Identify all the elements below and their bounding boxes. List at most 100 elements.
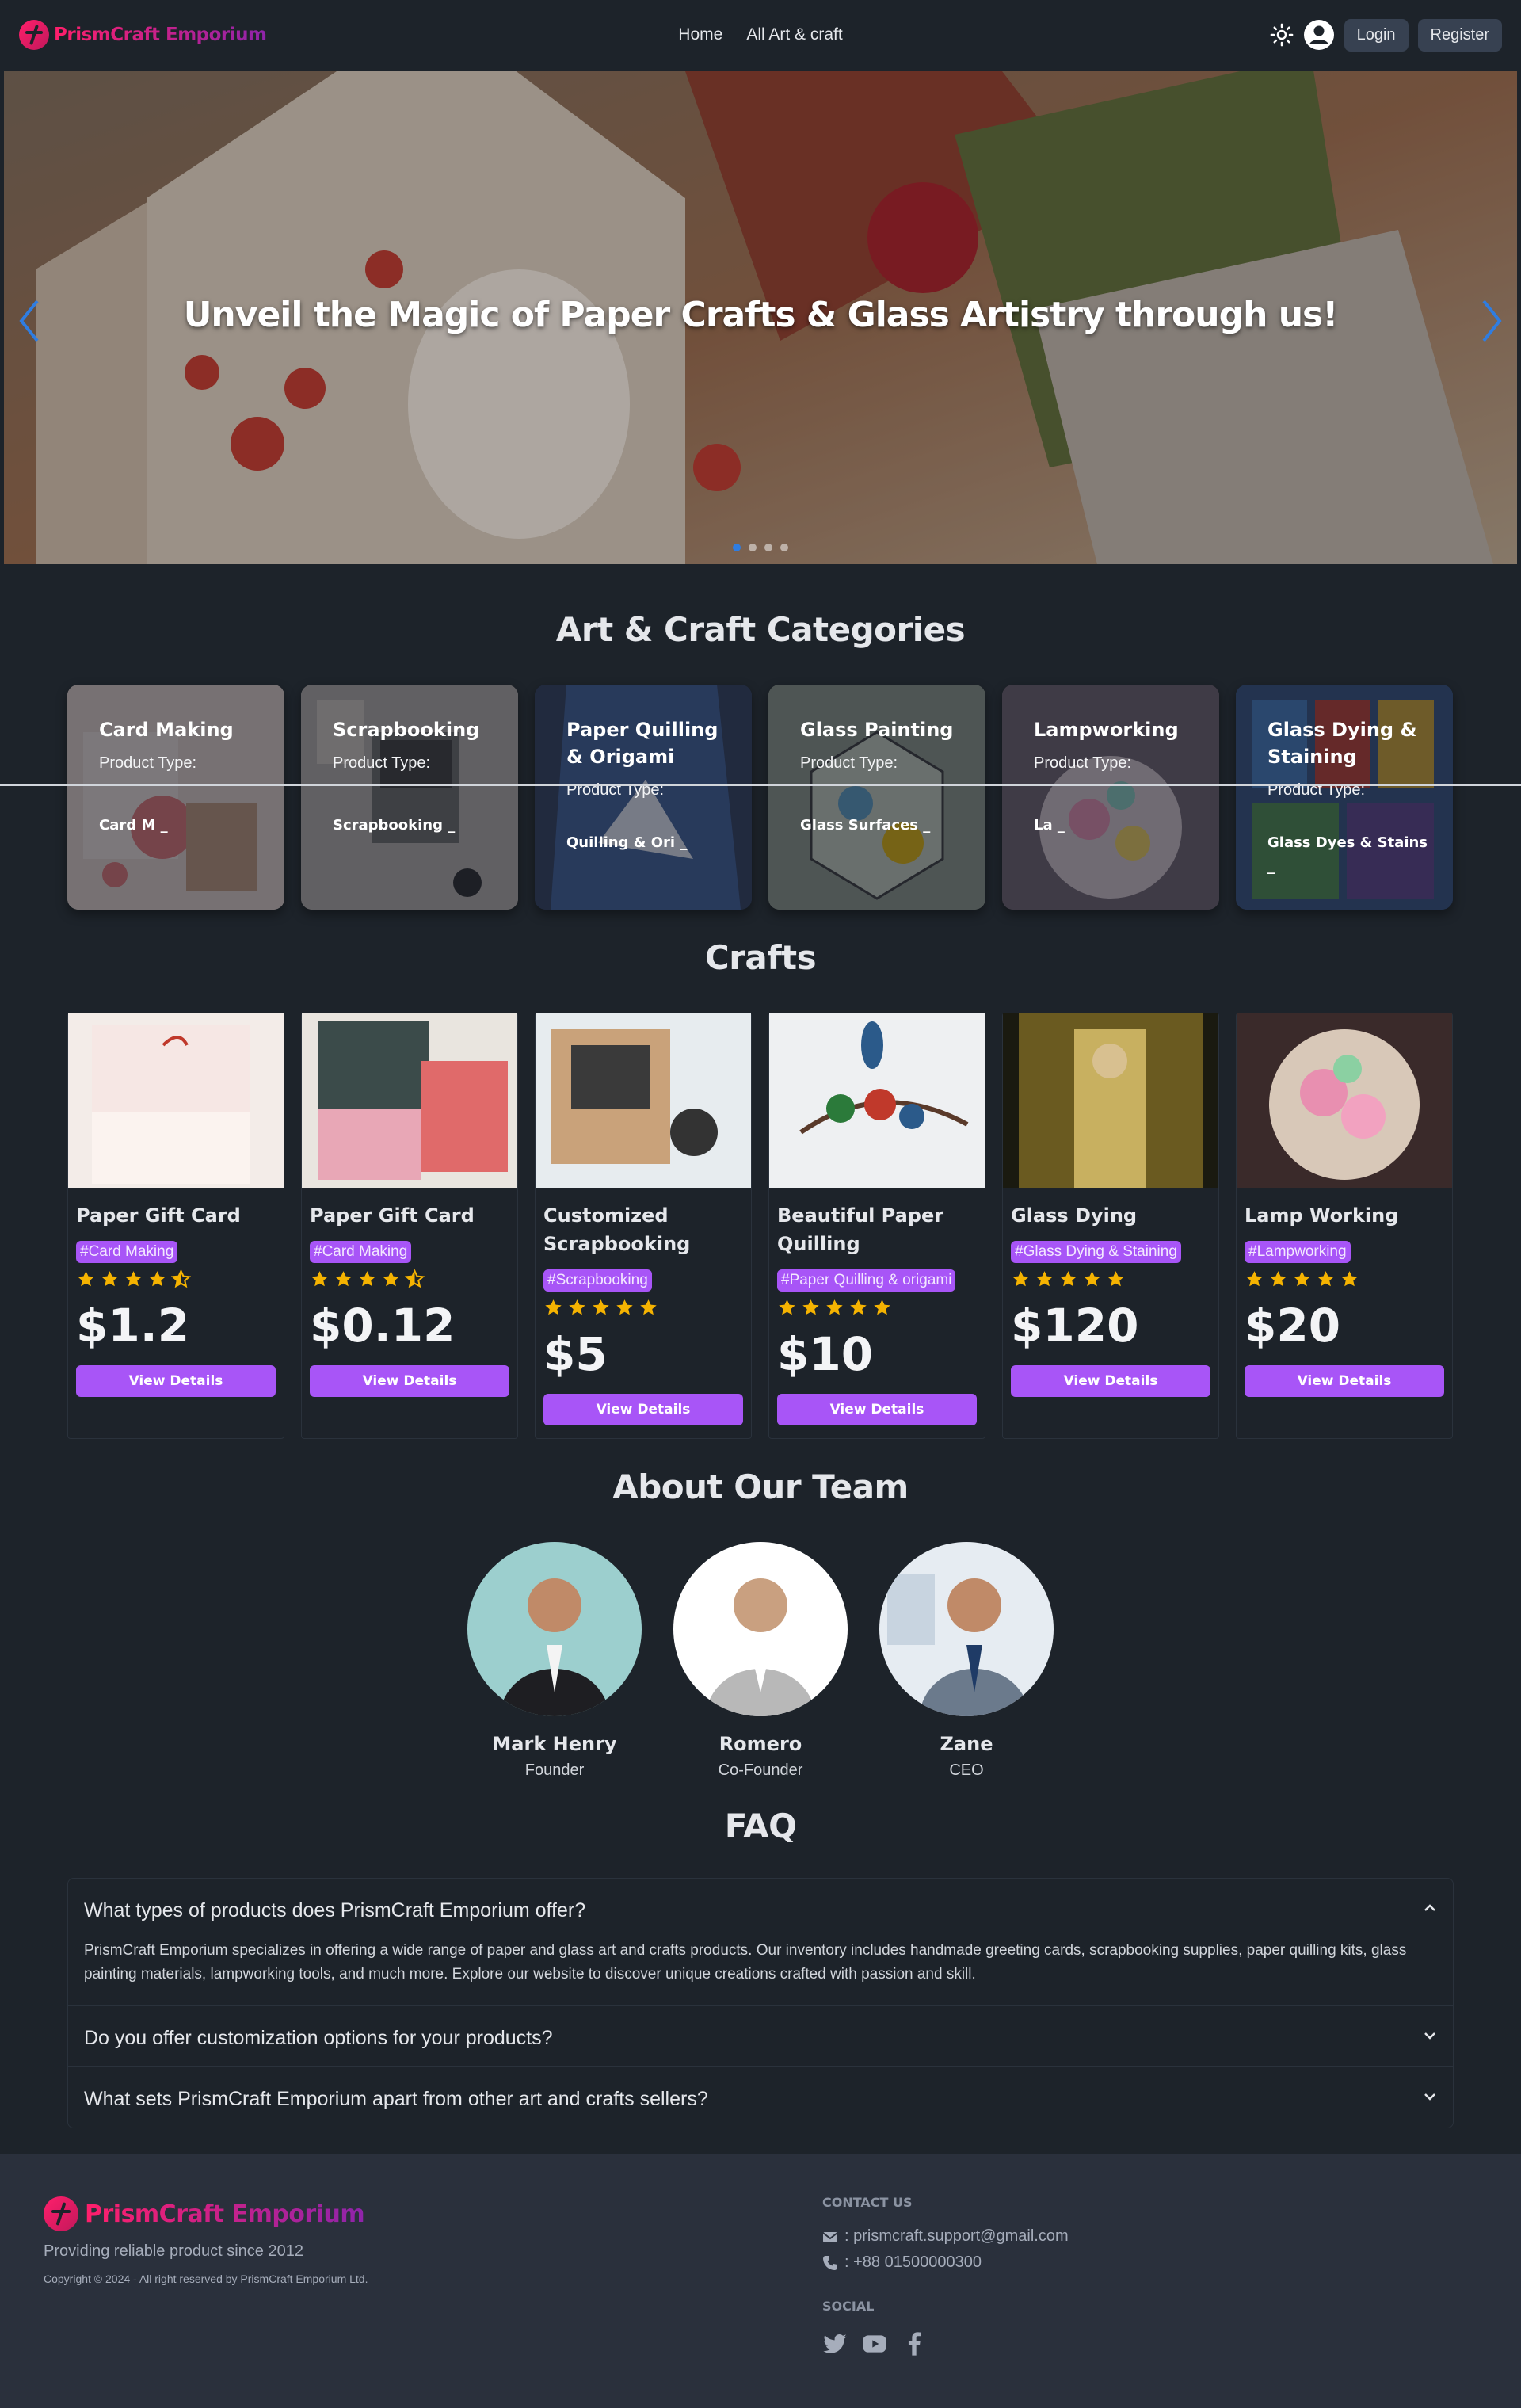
category-card-paper-quilling[interactable]: Paper Quilling & Origami Product Type: Q… — [535, 685, 752, 910]
faq-question[interactable]: What sets PrismCraft Emporium apart from… — [68, 2067, 1453, 2128]
view-details-button[interactable]: View Details — [1245, 1365, 1444, 1397]
star-icon — [616, 1299, 633, 1315]
star-icon — [826, 1299, 843, 1315]
faq-item[interactable]: Do you offer customization options for y… — [68, 2006, 1453, 2067]
category-card-glass-dying[interactable]: Glass Dying & Staining Product Type: Gla… — [1236, 685, 1453, 910]
craft-card: Customized Scrapbooking #Scrapbooking $5 Vi… — [535, 1013, 752, 1439]
contact-phone[interactable]: : +88 01500000300 — [822, 2253, 1069, 2272]
craft-card: Paper Gift Card #Card Making $0.12 View Det… — [301, 1013, 518, 1439]
category-card-scrapbooking[interactable]: Scrapbooking Product Type: Scrapbooking … — [301, 685, 518, 910]
hero-dot-3[interactable] — [764, 544, 772, 551]
category-name: Card Making — [99, 719, 234, 741]
craft-price: $5 — [543, 1327, 608, 1381]
faq-question[interactable]: Do you offer customization options for y… — [68, 2006, 1453, 2066]
star-icon — [78, 1271, 94, 1287]
star-icon — [545, 1299, 562, 1315]
category-name: Paper Quilling & Origami — [566, 719, 719, 768]
hero-dot-4[interactable] — [780, 544, 788, 551]
craft-tag: #Paper Quilling & origami — [777, 1269, 956, 1292]
craft-name: Paper Gift Card — [76, 1204, 241, 1227]
chevron-down-icon[interactable] — [1423, 2028, 1437, 2043]
hero-dot-2[interactable] — [749, 544, 757, 551]
footer-logo[interactable]: PrismCraft Emporium — [44, 2196, 365, 2231]
view-details-button[interactable]: View Details — [76, 1365, 276, 1397]
footer-copyright: Copyright © 2024 - All right reserved by… — [44, 2273, 368, 2285]
craft-image — [1003, 1013, 1218, 1188]
star-icon — [335, 1271, 352, 1287]
hero-title: Unveil the Magic of Paper Crafts & Glass… — [183, 295, 1339, 335]
craft-image — [536, 1013, 751, 1188]
contact-email[interactable]: : prismcraft.support@gmail.com — [822, 2227, 1069, 2246]
member-name: Mark Henry — [492, 1733, 617, 1755]
category-subcategory: Quilling & Ori _ — [566, 834, 688, 851]
craft-card: Lamp Working #Lampworking $20 View Details — [1236, 1013, 1453, 1439]
craft-name: Lamp Working — [1245, 1204, 1399, 1227]
nav-link-all-art-craft[interactable]: All Art & craft — [737, 19, 852, 51]
craft-card: Glass Dying #Glass Dying & Staining $120 Vi… — [1002, 1013, 1219, 1439]
star-icon — [569, 1299, 585, 1315]
view-details-button[interactable]: View Details — [1011, 1365, 1210, 1397]
craft-rating — [543, 1298, 743, 1318]
chevron-up-icon[interactable] — [1423, 1901, 1437, 1915]
star-icon — [383, 1271, 399, 1287]
craft-price: $10 — [777, 1327, 874, 1381]
sun-icon[interactable] — [1270, 23, 1294, 47]
user-avatar-icon[interactable] — [1303, 19, 1335, 51]
faq-item[interactable]: What sets PrismCraft Emporium apart from… — [68, 2067, 1453, 2128]
twitter-icon[interactable] — [822, 2331, 848, 2356]
star-icon — [1246, 1271, 1263, 1287]
craft-tag: #Lampworking — [1245, 1241, 1351, 1263]
faq-question[interactable]: What types of products does PrismCraft E… — [68, 1879, 1453, 1939]
footer-tagline: Providing reliable product since 2012 — [44, 2242, 303, 2260]
craft-image — [769, 1013, 985, 1188]
contact-email-text: : prismcraft.support@gmail.com — [844, 2227, 1069, 2245]
category-name: Scrapbooking — [333, 719, 480, 741]
logo-icon — [44, 2196, 78, 2231]
faq-accordion: What types of products does PrismCraft E… — [67, 1878, 1454, 2128]
nav-link-home[interactable]: Home — [669, 19, 732, 51]
craft-card: Beautiful Paper Quilling #Paper Quilling … — [768, 1013, 985, 1439]
view-details-button[interactable]: View Details — [777, 1394, 977, 1425]
craft-price: $1.2 — [76, 1299, 190, 1353]
contact-heading: CONTACT US — [822, 2195, 913, 2210]
category-subcategory: Scrapbooking _ — [333, 817, 456, 834]
category-card-card-making[interactable]: Card Making Product Type: Card M _ — [67, 685, 284, 910]
facebook-icon[interactable] — [902, 2331, 927, 2356]
star-icon — [874, 1299, 890, 1315]
contact-section: CONTACT US : prismcraft.support@gmail.co… — [822, 2195, 1069, 2356]
star-half-icon — [171, 1269, 191, 1288]
category-subcategory: Glass Surfaces _ — [800, 817, 931, 834]
category-name: Glass Painting — [800, 719, 954, 741]
faq-item[interactable]: What types of products does PrismCraft E… — [68, 1879, 1453, 2006]
category-type-label: Product Type: — [1034, 754, 1132, 772]
navbar: PrismCraft Emporium Home All Art & craft… — [0, 0, 1521, 70]
member-photo — [879, 1542, 1054, 1716]
login-button[interactable]: Login — [1344, 18, 1409, 52]
category-type-label: Product Type: — [99, 754, 197, 772]
craft-name: Paper Gift Card — [310, 1204, 475, 1227]
star-icon — [802, 1299, 819, 1315]
youtube-icon[interactable] — [862, 2331, 887, 2356]
member-photo — [673, 1542, 848, 1716]
brand-logo[interactable]: PrismCraft Emporium — [19, 20, 267, 50]
craft-rating — [76, 1269, 276, 1289]
phone-icon — [823, 2255, 837, 2270]
craft-name: Customized Scrapbooking — [543, 1204, 691, 1255]
category-card-lampworking[interactable]: Lampworking Product Type: La _ — [1002, 685, 1219, 910]
view-details-button[interactable]: View Details — [310, 1365, 509, 1397]
social-heading: SOCIAL — [822, 2299, 875, 2314]
hero-next-arrow-icon[interactable] — [1476, 293, 1508, 349]
view-details-button[interactable]: View Details — [543, 1394, 743, 1425]
hero-prev-arrow-icon[interactable] — [13, 293, 45, 349]
member-name: Romero — [719, 1733, 802, 1755]
faq-answer: PrismCraft Emporium specializes in offer… — [84, 1942, 1407, 1982]
star-icon — [1084, 1271, 1100, 1287]
category-type-label: Product Type: — [800, 754, 898, 772]
register-button[interactable]: Register — [1417, 18, 1502, 52]
hero-dot-1[interactable] — [733, 544, 741, 551]
star-icon — [1317, 1271, 1334, 1287]
craft-tag: #Card Making — [76, 1241, 178, 1263]
category-card-glass-painting[interactable]: Glass Painting Product Type: Glass Surfa… — [768, 685, 985, 910]
chevron-down-icon[interactable] — [1423, 2089, 1437, 2104]
craft-price: $20 — [1245, 1299, 1341, 1353]
